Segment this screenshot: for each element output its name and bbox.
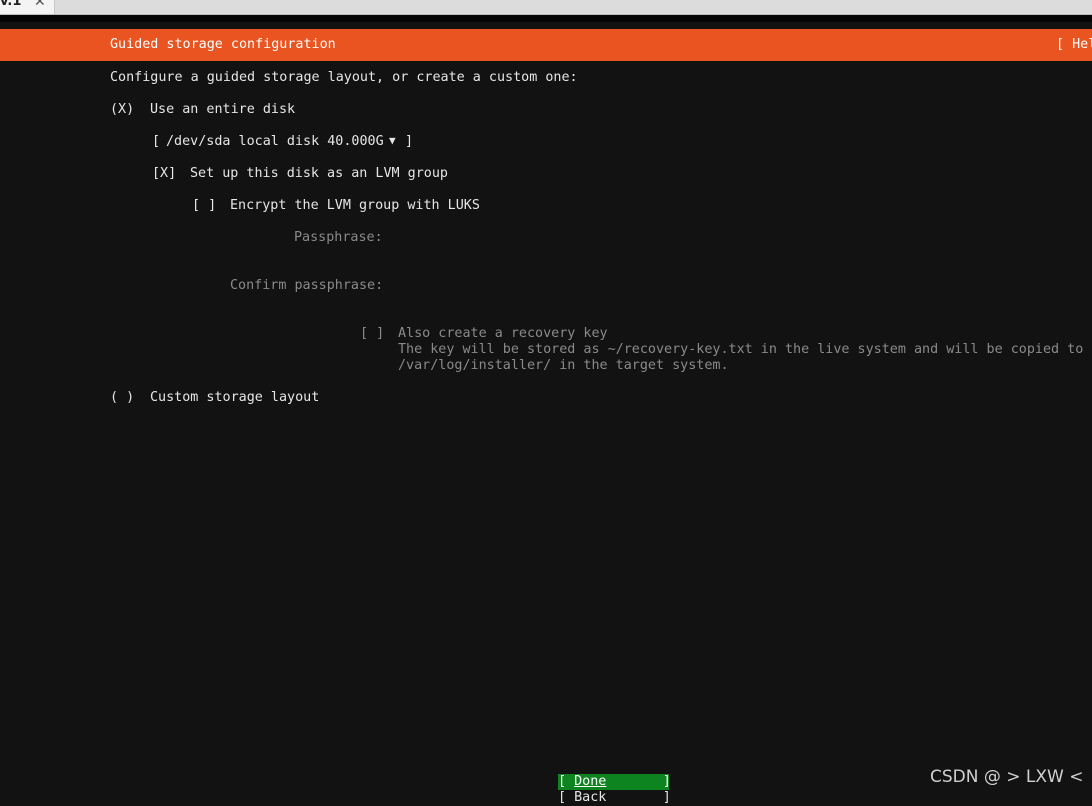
page-title: Guided storage configuration [110,37,336,52]
recovery-key-help-line-2: /var/log/installer/ in the target system… [398,358,729,373]
back-button-label: Back [574,790,607,805]
done-button-label: Done [574,774,607,789]
recovery-key-help-line-1: The key will be stored as ~/recovery-key… [398,342,1084,357]
intro-text: Configure a guided storage layout, or cr… [110,70,578,85]
browser-tab[interactable]: v.1 ✕ [0,0,55,14]
back-button[interactable]: [ Back ] [558,790,671,806]
close-icon[interactable]: ✕ [34,0,46,10]
back-button-close: ] [606,790,671,805]
luks-checkbox[interactable]: [ ] [192,198,216,214]
chevron-down-icon[interactable]: ▼ [389,133,396,149]
watermark: CSDN @ > LXW < [930,767,1084,787]
back-button-open: [ [558,790,575,805]
done-button-open: [ [558,774,575,789]
confirm-passphrase-label: Confirm passphrase: [230,278,384,293]
window-shadow [0,15,1092,22]
browser-tab-strip: v.1 ✕ [0,0,1092,15]
custom-layout-radio[interactable]: ( ) [110,390,134,406]
recovery-key-checkbox[interactable]: [ ] [360,326,384,342]
lvm-checkbox[interactable]: [X] [152,166,176,182]
entire-disk-radio[interactable]: (X) [110,102,134,118]
passphrase-field[interactable] [398,228,998,246]
header-bar: Guided storage configuration [ Help ] [0,29,1092,61]
disk-select-value[interactable]: /dev/sda local disk 40.000G [166,134,384,150]
lvm-label[interactable]: Set up this disk as an LVM group [190,166,448,182]
recovery-key-label[interactable]: Also create a recovery key [398,326,608,342]
disk-select-close: ] [405,134,414,149]
entire-disk-label[interactable]: Use an entire disk [150,102,295,118]
luks-label[interactable]: Encrypt the LVM group with LUKS [230,198,480,214]
confirm-passphrase-field[interactable] [398,276,998,294]
done-button[interactable]: [ Done ] [558,774,671,790]
help-button[interactable]: [ Help ] [1056,37,1092,53]
done-button-close: ] [606,774,671,789]
disk-select-open: [ [152,134,161,149]
browser-tab-label: v.1 [0,0,22,9]
custom-layout-label[interactable]: Custom storage layout [150,390,319,406]
passphrase-label: Passphrase: [294,230,383,245]
